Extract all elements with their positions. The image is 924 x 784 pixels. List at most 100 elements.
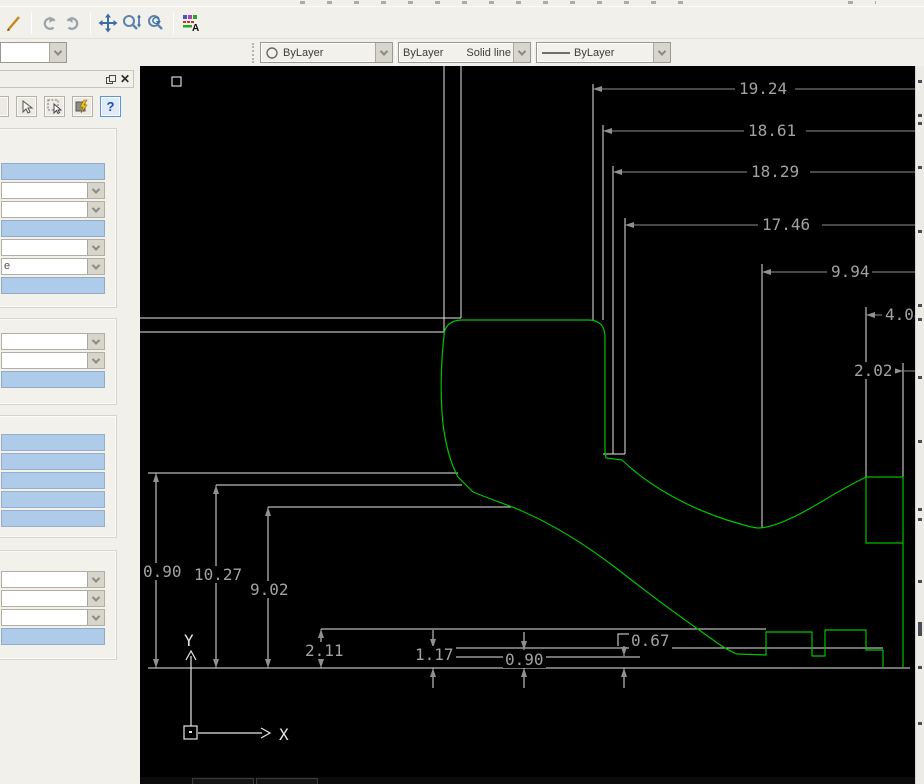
zoom-realtime-button[interactable] xyxy=(120,11,144,35)
dimension-label: 2.11 xyxy=(303,641,346,660)
zoom-previous-button[interactable] xyxy=(144,11,168,35)
dropdown-button[interactable] xyxy=(87,353,104,368)
highlighted-list-row[interactable] xyxy=(1,491,105,508)
menubar-sliver xyxy=(0,0,924,7)
ucs-icon: Y X xyxy=(183,631,289,744)
color-control-dropdown-button[interactable] xyxy=(375,43,392,62)
undo-button[interactable] xyxy=(37,11,61,35)
dropdown-button[interactable] xyxy=(87,610,104,625)
dimension-label: 18.29 xyxy=(749,162,802,181)
lineweight-control-dropdown-button[interactable] xyxy=(653,43,670,62)
draw-tool-button[interactable] xyxy=(2,11,26,35)
linetype-control-combo[interactable]: ByLayer Solid line xyxy=(398,42,531,63)
pencil-icon xyxy=(7,16,20,31)
dimension-label: 17.46 xyxy=(760,215,813,234)
layout-tab[interactable] xyxy=(256,778,318,784)
help-button[interactable]: ? xyxy=(100,96,121,117)
property-combo[interactable] xyxy=(1,333,105,350)
highlighted-list-row[interactable] xyxy=(1,434,105,451)
select-objects-icon xyxy=(47,99,62,114)
linetype-control-style: Solid line xyxy=(466,46,511,59)
color-swatch-icon xyxy=(266,46,278,59)
dropdown-button[interactable] xyxy=(87,240,104,255)
redo-icon xyxy=(66,16,79,30)
chevron-down-icon xyxy=(91,241,101,251)
properties-palette: ✕ ? e xyxy=(0,66,137,784)
chevron-down-icon xyxy=(657,46,667,56)
property-combo[interactable] xyxy=(1,571,105,588)
style-combo-dropdown-button[interactable] xyxy=(49,43,66,62)
select-objects-button[interactable] xyxy=(44,96,65,117)
toolbar-separator xyxy=(31,12,32,34)
dimension-label: 9.02 xyxy=(248,580,291,599)
dropdown-button[interactable] xyxy=(87,259,104,274)
pickbox-cursor xyxy=(171,76,182,87)
zoom-previous-icon xyxy=(148,15,163,30)
object-properties-toolbar: ByLayer ByLayer Solid line ByLayer xyxy=(0,38,924,66)
dropdown-button[interactable] xyxy=(87,202,104,217)
palette-group-list xyxy=(0,415,117,538)
toolbar-separator xyxy=(173,12,174,34)
property-combo[interactable] xyxy=(1,352,105,369)
pan-icon xyxy=(98,13,118,33)
property-combo[interactable] xyxy=(1,609,105,626)
property-combo[interactable]: e xyxy=(1,258,105,275)
text-style-button[interactable]: A xyxy=(179,11,203,35)
style-combo[interactable] xyxy=(0,42,67,63)
quick-select-button[interactable] xyxy=(72,96,93,117)
category-header-bar[interactable] xyxy=(1,277,105,294)
linetype-control-dropdown-button[interactable] xyxy=(513,43,530,62)
quick-select-icon xyxy=(75,99,88,114)
property-combo[interactable] xyxy=(1,590,105,607)
lineweight-control-value: ByLayer xyxy=(574,46,615,59)
category-header-bar[interactable] xyxy=(1,220,105,237)
property-combo[interactable] xyxy=(1,201,105,218)
text-style-icon: A xyxy=(183,15,199,33)
pick-cursor-button[interactable] xyxy=(16,96,37,117)
menubar-remnant-text xyxy=(848,1,876,4)
highlighted-list-row[interactable] xyxy=(1,510,105,527)
chevron-down-icon xyxy=(91,260,101,270)
chevron-down-icon xyxy=(517,46,527,56)
color-control-combo[interactable]: ByLayer xyxy=(260,42,393,63)
palette-tool-button-partial[interactable] xyxy=(0,96,9,117)
chevron-down-icon xyxy=(91,203,101,213)
property-combo[interactable] xyxy=(1,239,105,256)
pan-button[interactable] xyxy=(96,11,120,35)
ucs-x-label: X xyxy=(279,725,289,744)
palette-group-general: e xyxy=(0,128,117,308)
dimension-label: 2.02 xyxy=(852,361,895,380)
redo-button[interactable] xyxy=(61,11,85,35)
dimension-label: 0.90 xyxy=(141,562,184,581)
category-header-bar[interactable] xyxy=(1,163,105,180)
palette-title-bar[interactable]: ✕ xyxy=(0,70,134,88)
right-panel-fragment xyxy=(915,66,924,784)
lineweight-control-combo[interactable]: ByLayer xyxy=(536,42,671,63)
color-control-value: ByLayer xyxy=(283,46,324,59)
layout-tab[interactable] xyxy=(192,778,254,784)
chevron-down-icon xyxy=(91,611,101,621)
category-header-bar[interactable] xyxy=(1,371,105,388)
dimension-label: 19.24 xyxy=(737,79,790,98)
category-header-bar[interactable] xyxy=(1,628,105,645)
dropdown-button[interactable] xyxy=(87,572,104,587)
toolbar-separator xyxy=(90,12,91,34)
highlighted-list-row[interactable] xyxy=(1,472,105,489)
dimension-label: 9.94 xyxy=(829,262,872,281)
chevron-down-icon xyxy=(91,573,101,583)
close-icon[interactable]: ✕ xyxy=(120,73,130,85)
lineweight-sample-icon xyxy=(542,51,570,54)
cursor-arrow-icon xyxy=(22,99,33,114)
dimension-label: 0.67 xyxy=(629,631,672,650)
dropdown-button[interactable] xyxy=(87,183,104,198)
highlighted-list-row[interactable] xyxy=(1,453,105,470)
property-combo[interactable] xyxy=(1,182,105,199)
dimension-label: 0.90 xyxy=(503,650,546,669)
dropdown-button[interactable] xyxy=(87,334,104,349)
drawing-canvas[interactable]: Y X 19.24 18.61 18.29 17.46 9.94 4.04 2.… xyxy=(140,66,924,784)
float-window-icon[interactable] xyxy=(105,74,116,84)
toolbar-grip[interactable] xyxy=(252,42,256,63)
dropdown-button[interactable] xyxy=(87,591,104,606)
dimension-label: 10.27 xyxy=(192,565,245,584)
toolbar-separator xyxy=(395,40,396,65)
